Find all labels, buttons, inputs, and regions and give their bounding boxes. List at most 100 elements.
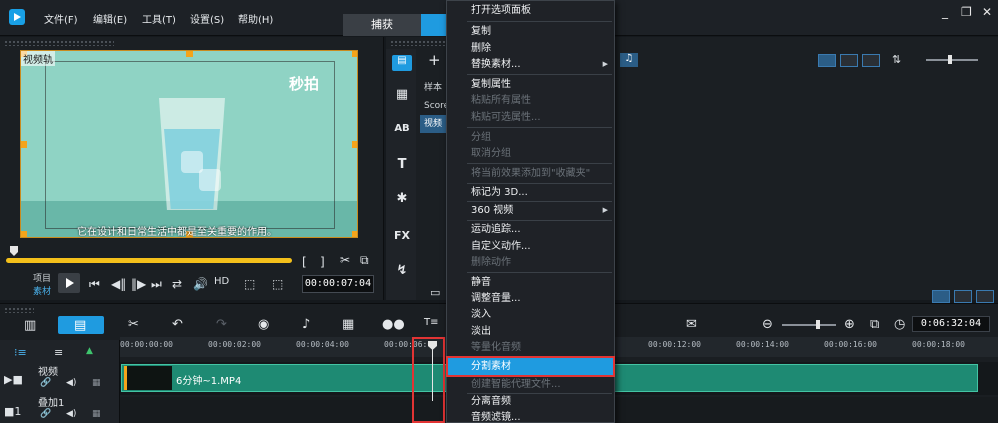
- ctx-mute[interactable]: 静音: [447, 274, 614, 291]
- resize-handle[interactable]: [186, 51, 193, 57]
- resize-handle[interactable]: [352, 141, 357, 148]
- mode-project[interactable]: 项目: [33, 271, 51, 284]
- resize-handle[interactable]: [352, 231, 357, 237]
- ctx-motion-tracking[interactable]: 运动追踪...: [447, 221, 614, 238]
- track-manager-icon[interactable]: ⁝≡: [14, 346, 27, 359]
- ctx-360-video[interactable]: 360 视频 ▶: [447, 202, 614, 219]
- volume-icon[interactable]: 🔊: [193, 277, 208, 291]
- menu-file[interactable]: 文件(F): [44, 11, 78, 26]
- panel-layout-icon[interactable]: [976, 290, 994, 303]
- graphics-icon[interactable]: ✱: [392, 191, 412, 207]
- ctx-normalize-audio[interactable]: 等量化音频: [447, 339, 614, 356]
- record-icon[interactable]: ◉: [258, 317, 269, 332]
- resize-handle[interactable]: [21, 231, 27, 237]
- ctx-copy[interactable]: 复制: [447, 23, 614, 40]
- path-icon[interactable]: ↯: [392, 263, 412, 279]
- ctx-mark-3d[interactable]: 标记为 3D...: [447, 184, 614, 201]
- ctx-paste-selectable-attributes[interactable]: 粘贴可选属性...: [447, 109, 614, 126]
- title-icon[interactable]: T: [392, 157, 412, 173]
- fit-project-icon[interactable]: ⧉: [870, 317, 879, 332]
- minimize-icon[interactable]: _: [942, 5, 948, 19]
- end-icon[interactable]: ⏭: [151, 277, 162, 292]
- ctx-group[interactable]: 分组: [447, 129, 614, 146]
- ctx-split-clip[interactable]: 分割素材: [446, 356, 615, 377]
- ctx-create-smart-proxy[interactable]: 创建智能代理文件...: [447, 376, 614, 393]
- player-timecode[interactable]: 00:00:07:04: [302, 275, 374, 293]
- audio-filter-icon[interactable]: ♫: [620, 53, 638, 67]
- panel-layout-icon[interactable]: [932, 290, 950, 303]
- ripple-icon[interactable]: ▲: [86, 346, 93, 356]
- view-list-icon[interactable]: [840, 54, 858, 67]
- preview-window[interactable]: 视频轨 秒拍 它在设计和日常生活中都是至关重要的作用。: [20, 50, 358, 238]
- subtitle-editor-icon[interactable]: T≡: [424, 317, 439, 328]
- instant-project-icon[interactable]: ▦: [392, 87, 412, 103]
- zoom-slider[interactable]: [782, 324, 836, 326]
- crop-icon[interactable]: ⬚: [272, 277, 283, 291]
- play-button[interactable]: [58, 273, 80, 293]
- zoom-in-icon[interactable]: ⊕: [844, 317, 855, 332]
- menu-help[interactable]: 帮助(H): [238, 11, 273, 26]
- ctx-fade-out[interactable]: 淡出: [447, 323, 614, 340]
- add-icon[interactable]: +: [428, 51, 441, 69]
- link-icon[interactable]: 🔗: [40, 378, 51, 388]
- sort-icon[interactable]: ⇅: [892, 53, 901, 66]
- close-icon[interactable]: ✕: [982, 5, 992, 19]
- home-icon[interactable]: ⏮: [89, 277, 100, 292]
- ctx-delete[interactable]: 删除: [447, 40, 614, 57]
- motion-icon[interactable]: ●●: [382, 317, 405, 332]
- ctx-custom-motion[interactable]: 自定义动作...: [447, 238, 614, 255]
- aspect-icon[interactable]: ⬚: [244, 277, 255, 291]
- ctx-ungroup[interactable]: 取消分组: [447, 145, 614, 162]
- enlarge-icon[interactable]: ⧉: [360, 253, 369, 268]
- view-thumbnail-icon[interactable]: [818, 54, 836, 67]
- ctx-add-effect-favorites[interactable]: 将当前效果添加到"收藏夹": [447, 165, 614, 182]
- undo-icon[interactable]: ↶: [172, 317, 183, 332]
- chapter-icon[interactable]: ≡: [54, 346, 63, 359]
- ctx-split-audio[interactable]: 分离音频: [447, 393, 614, 410]
- track-volume-icon[interactable]: ◀): [66, 409, 76, 419]
- thumbnail-size-slider[interactable]: [926, 59, 978, 61]
- track-volume-icon[interactable]: ◀): [66, 378, 76, 388]
- resize-handle[interactable]: [21, 141, 27, 148]
- project-duration[interactable]: 0:06:32:04: [912, 316, 990, 332]
- menu-edit[interactable]: 编辑(E): [93, 11, 127, 26]
- tab-capture[interactable]: 捕获: [343, 14, 421, 36]
- ctx-open-options-panel[interactable]: 打开选项面板: [447, 2, 614, 19]
- ctx-paste-all-attributes[interactable]: 粘贴所有属性: [447, 92, 614, 109]
- scrubber-handle-icon[interactable]: [10, 246, 18, 256]
- fx-icon[interactable]: FX: [392, 229, 412, 245]
- ctx-copy-attributes[interactable]: 复制属性: [447, 76, 614, 93]
- tools-icon[interactable]: ✂: [128, 317, 139, 332]
- view-grid-icon[interactable]: [862, 54, 880, 67]
- mode-clip[interactable]: 素材: [33, 284, 51, 297]
- ctx-adjust-volume[interactable]: 调整音量...: [447, 290, 614, 307]
- scrub-bar[interactable]: [6, 258, 292, 263]
- resize-handle[interactable]: [352, 51, 357, 57]
- redo-icon[interactable]: ↷: [216, 317, 227, 332]
- tab-edit[interactable]: [421, 14, 446, 36]
- menu-settings[interactable]: 设置(S): [190, 11, 224, 26]
- panel-layout-icon[interactable]: [954, 290, 972, 303]
- panel-grip[interactable]: [390, 40, 446, 46]
- link-icon[interactable]: 🔗: [40, 409, 51, 419]
- timeline-icon[interactable]: ▤: [74, 318, 86, 333]
- repeat-icon[interactable]: ⇄: [172, 277, 182, 291]
- auto-music-icon[interactable]: ▦: [342, 317, 354, 332]
- sound-mixer-icon[interactable]: ♪: [302, 317, 310, 332]
- mark-out-icon[interactable]: ]: [320, 255, 325, 269]
- ctx-delete-motion[interactable]: 删除动作: [447, 254, 614, 271]
- scissors-icon[interactable]: ✂: [340, 253, 350, 267]
- ctx-replace-clip[interactable]: 替换素材... ▶: [447, 56, 614, 73]
- zoom-out-icon[interactable]: ⊖: [762, 317, 773, 332]
- previous-frame-icon[interactable]: ◀‖: [111, 277, 126, 291]
- media-icon[interactable]: ▤: [392, 55, 412, 71]
- menu-tools[interactable]: 工具(T): [142, 11, 176, 26]
- mark-in-icon[interactable]: [: [302, 255, 307, 269]
- restore-icon[interactable]: ❐: [961, 5, 972, 19]
- smart-proxy-icon[interactable]: ✉: [686, 317, 697, 332]
- hd-icon[interactable]: HD: [214, 276, 229, 287]
- ctx-audio-filter[interactable]: 音频滤镜...: [447, 409, 614, 423]
- next-frame-icon[interactable]: ‖▶: [131, 277, 146, 291]
- transition-icon[interactable]: AB: [392, 123, 412, 139]
- ripple-toggle-icon[interactable]: ▦: [92, 409, 101, 419]
